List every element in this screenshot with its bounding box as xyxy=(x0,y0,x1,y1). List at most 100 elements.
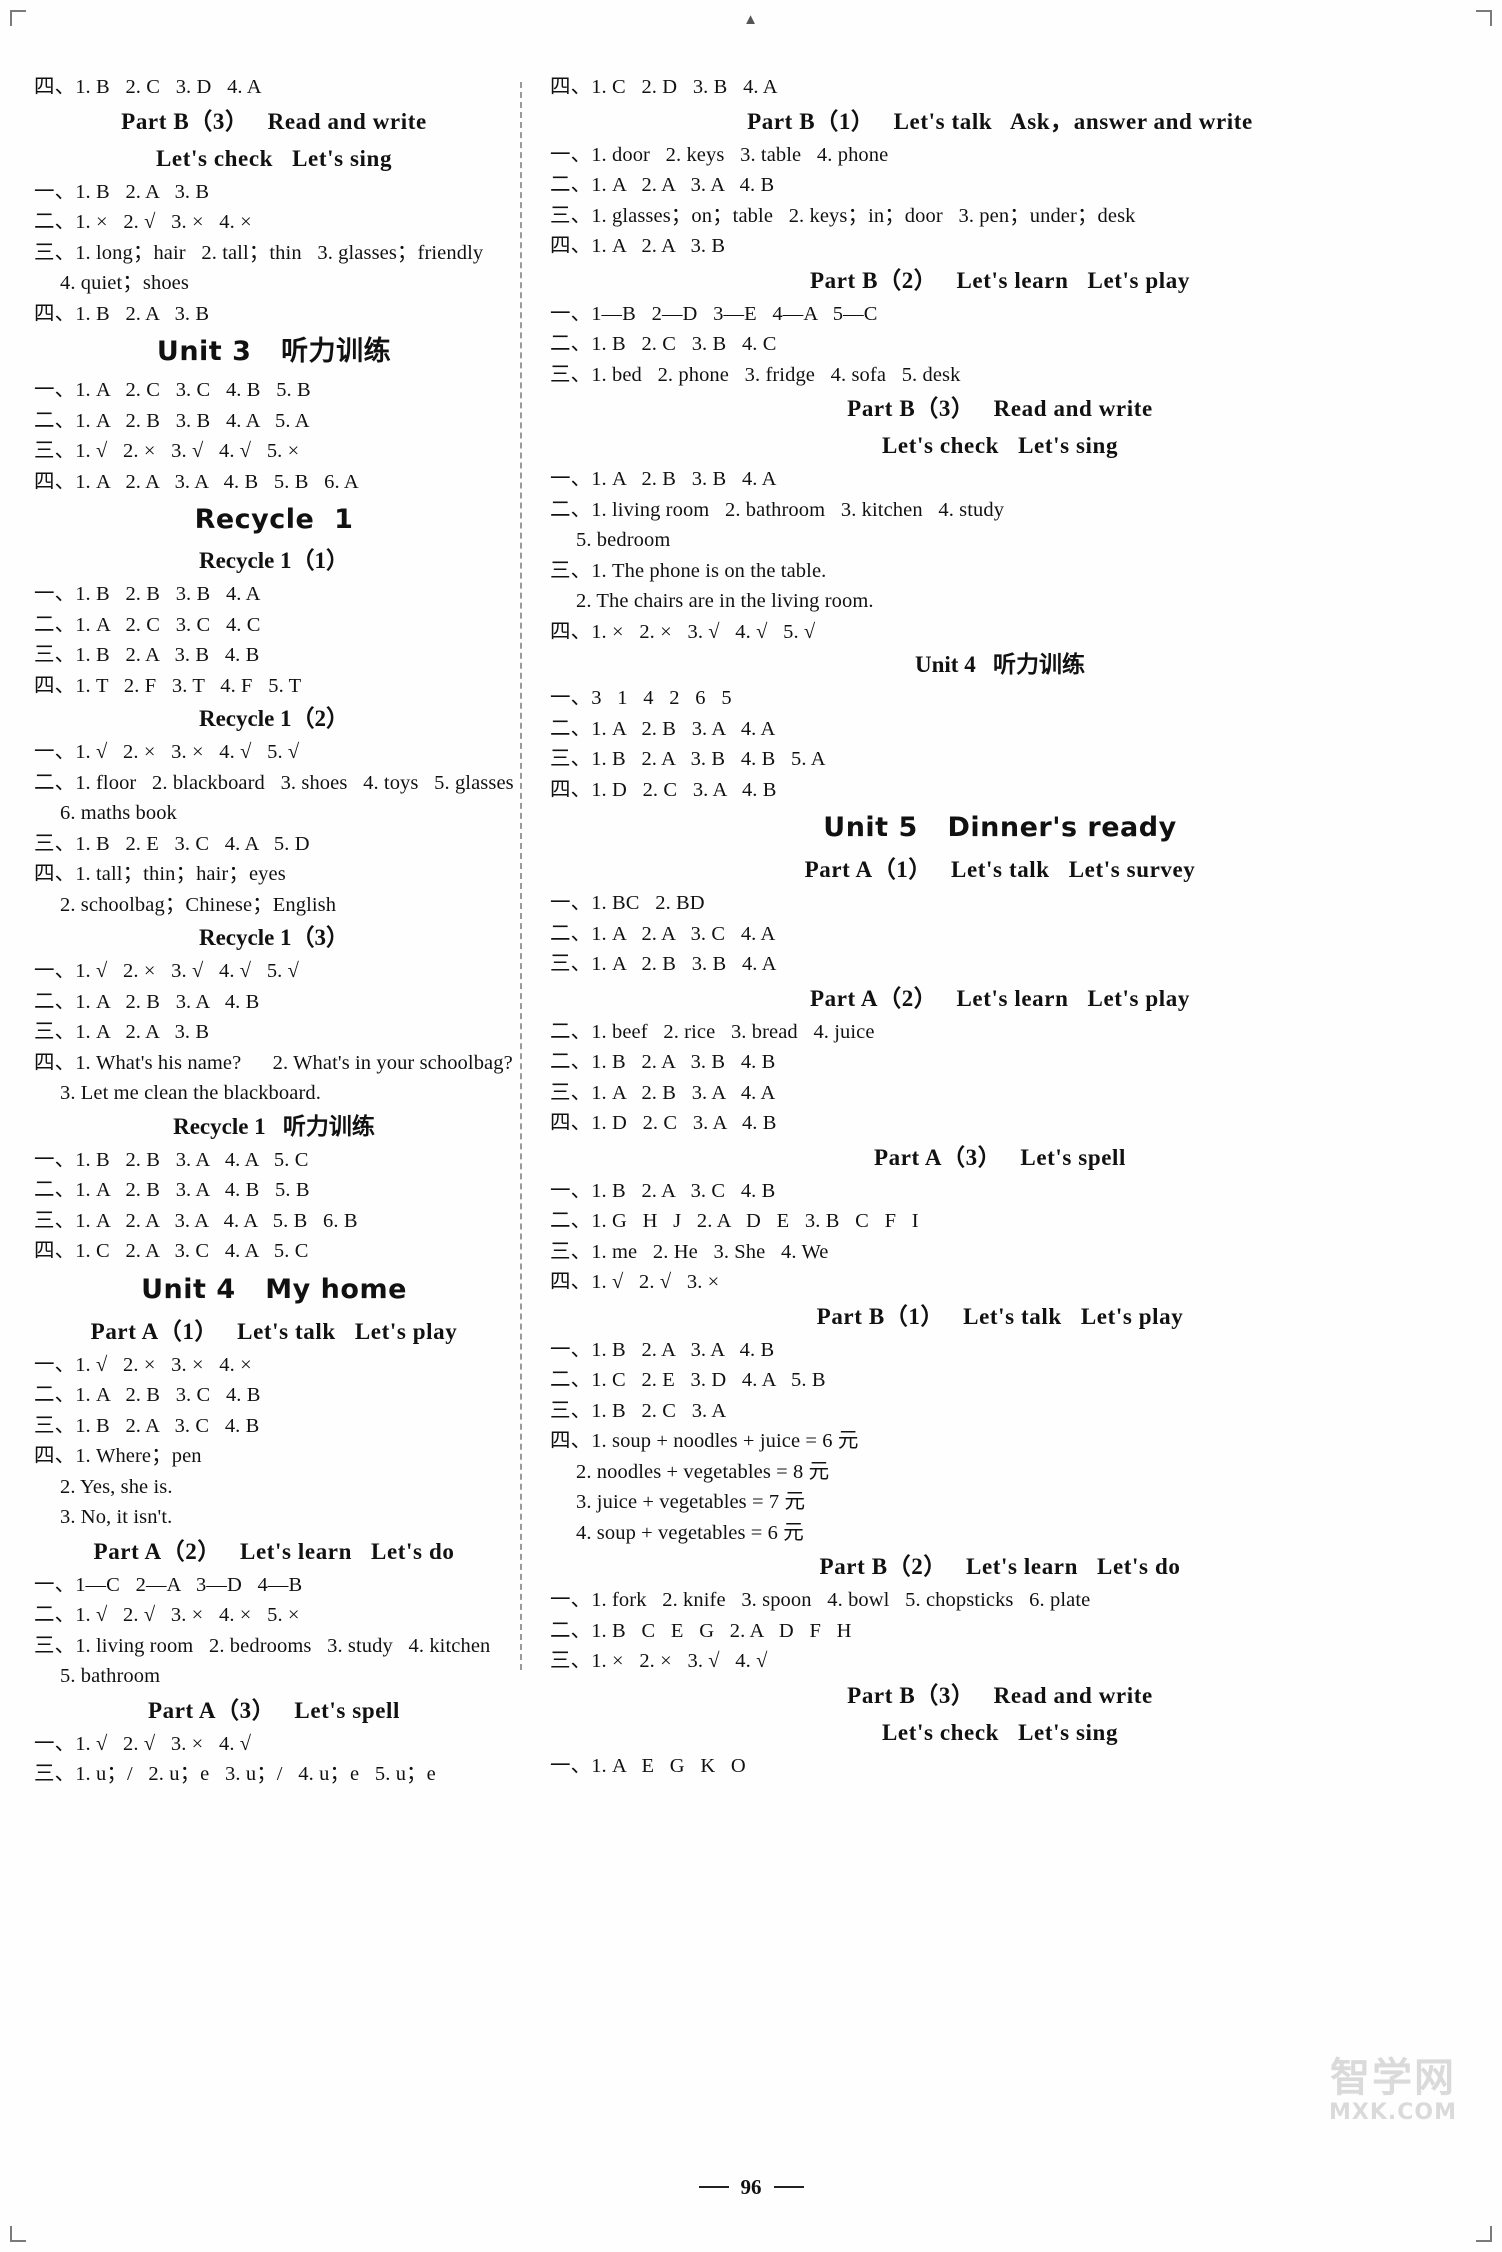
answer-line: 一、1. A E G K O xyxy=(550,1754,746,1777)
crop-mark-top-right xyxy=(1476,10,1492,26)
page-number: 96 xyxy=(740,2175,762,2199)
answer-line: 二、1. C 2. E 3. D 4. A 5. B xyxy=(550,1369,826,1391)
answer-line: 二、1. × 2. √ 3. × 4. × xyxy=(34,211,252,233)
answer-line: 四、1. D 2. C 3. A 4. B xyxy=(550,1112,777,1134)
answer-line-continued: 5. bedroom xyxy=(576,529,671,551)
answer-line: 一、1. fork 2. knife 3. spoon 4. bowl 5. c… xyxy=(550,1589,1091,1611)
answer-line-continued: 4. quiet；shoes xyxy=(60,272,189,294)
answer-line: 四、1. What's his name? 2. What's in your … xyxy=(34,1051,513,1074)
answer-line: 一、1—C 2—A 3—D 4—B xyxy=(34,1573,303,1596)
section-heading: Recycle 1 听力训练 xyxy=(173,1113,375,1139)
answer-line: 三、1. A 2. B 3. A 4. A xyxy=(550,1081,776,1104)
answer-line: 四、1. soup + noodles + juice = 6 元 xyxy=(550,1430,859,1452)
answer-line: 二、1. A 2. A 3. A 4. B xyxy=(550,174,775,196)
answer-line: 一、1. √ 2. × 3. × 4. × xyxy=(34,1353,252,1376)
answer-line: 一、1. B 2. A 3. B xyxy=(34,180,210,203)
answer-line: 一、1. B 2. B 3. B 4. A xyxy=(34,583,261,605)
answer-line: 一、1. B 2. A 3. A 4. B xyxy=(550,1338,775,1361)
answer-line: 三、1. √ 2. × 3. √ 4. √ 5. × xyxy=(34,440,300,462)
answer-line: 四、1. A 2. A 3. B xyxy=(550,235,726,257)
unit-heading: Unit 5 Dinner's ready xyxy=(823,812,1177,843)
answer-line: 二、1. floor 2. blackboard 3. shoes 4. toy… xyxy=(34,771,514,794)
answer-line: 四、1. B 2. C 3. D 4. A xyxy=(34,76,262,98)
section-heading: Unit 4 听力训练 xyxy=(915,652,1085,677)
answer-line: 三、1. B 2. A 3. C 4. B xyxy=(34,1414,260,1437)
left-answer-column: 四、1. B 2. C 3. D 4. A Part B（3） Read and … xyxy=(0,72,520,1790)
answer-line: 四、1. C 2. D 3. B 4. A xyxy=(550,76,778,98)
watermark-chinese-text: 智学网 xyxy=(1330,2055,1456,2101)
answer-line: 四、1. A 2. A 3. A 4. B 5. B 6. A xyxy=(34,470,359,493)
answer-line: 一、1. √ 2. × 3. × 4. √ 5. √ xyxy=(34,741,300,763)
answer-line: 二、1. A 2. B 3. A 4. B 5. B xyxy=(34,1179,310,1201)
part-heading: Part B（3） Read and write xyxy=(121,108,427,134)
footer-rule-left xyxy=(698,2186,729,2188)
answer-line: 二、1. √ 2. √ 3. × 4. × 5. × xyxy=(34,1604,300,1626)
part-heading: Let's check Let's sing xyxy=(155,145,393,171)
answer-line: 三、1. glasses；on；table 2. keys；in；door 3.… xyxy=(550,204,1136,227)
answer-line: 一、1. √ 2. × 3. √ 4. √ 5. √ xyxy=(34,960,299,982)
part-heading: Part B（1） Let's talk Ask，answer and writ… xyxy=(747,108,1253,134)
answer-line: 二、1. A 2. B 3. C 4. B xyxy=(34,1384,261,1406)
answer-line: 二、1. A 2. B 3. B 4. A 5. A xyxy=(34,409,310,432)
answer-line-continued: 2. schoolbag；Chinese；English xyxy=(60,893,337,916)
answer-line: 三、1. B 2. E 3. C 4. A 5. D xyxy=(34,832,310,855)
answer-line: 三、1. B 2. C 3. A xyxy=(550,1399,727,1422)
section-heading: Recycle 1（3） xyxy=(198,925,350,950)
answer-line: 二、1. B 2. C 3. B 4. C xyxy=(550,333,777,355)
answer-line: 二、1. G H J 2. A D E 3. B C F I xyxy=(550,1210,919,1232)
answer-line-continued: 3. juice + vegetables = 7 元 xyxy=(576,1491,806,1513)
answer-line-continued: 3. No, it isn't. xyxy=(60,1506,173,1528)
answer-line: 二、1. beef 2. rice 3. bread 4. juice xyxy=(550,1020,875,1043)
answer-line: 四、1. Where；pen xyxy=(34,1445,202,1467)
answer-line: 二、1. B C E G 2. A D F H xyxy=(550,1619,852,1642)
answer-line: 一、1. door 2. keys 3. table 4. phone xyxy=(550,143,889,166)
part-heading: Part B（3） Read and write xyxy=(847,396,1153,421)
answer-line: 二、1. living room 2. bathroom 3. kitchen … xyxy=(550,498,1005,521)
page-top-marker: ▲ xyxy=(743,12,759,28)
answer-line-continued: 2. The chairs are in the living room. xyxy=(576,590,874,612)
answer-line-continued: 2. noodles + vegetables = 8 元 xyxy=(576,1460,830,1483)
part-heading: Part B（3） Read and write xyxy=(847,1682,1153,1708)
answer-line: 三、1. B 2. A 3. B 4. B 5. A xyxy=(550,748,826,770)
answer-line: 四、1. C 2. A 3. C 4. A 5. C xyxy=(34,1240,309,1262)
part-heading: Let's check Let's sing xyxy=(881,433,1119,458)
part-heading: Part B（1） Let's talk Let's play xyxy=(816,1303,1184,1329)
crop-mark-bottom-right xyxy=(1476,2226,1492,2242)
part-heading: Part A（3） Let's spell xyxy=(873,1144,1127,1170)
part-heading: Part A（2） Let's learn Let's play xyxy=(810,985,1190,1011)
unit-heading: Unit 4 My home xyxy=(141,1273,407,1305)
right-answer-column: 四、1. C 2. D 3. B 4. A Part B（1） Let's tal… xyxy=(524,72,1484,1790)
answer-line: 三、1. The phone is on the table. xyxy=(550,559,827,582)
answer-line: 三、1. A 2. B 3. B 4. A xyxy=(550,953,777,975)
answer-line: 二、1. A 2. B 3. A 4. B xyxy=(34,990,260,1013)
part-heading: Let's check Let's sing xyxy=(881,1719,1119,1745)
crop-mark-bottom-left xyxy=(10,2226,26,2242)
unit-heading: Recycle 1 xyxy=(194,504,354,535)
answer-line: 一、1. √ 2. √ 3. × 4. √ xyxy=(34,1732,252,1755)
section-heading: Recycle 1（2） xyxy=(198,706,350,731)
answer-line: 一、3 1 4 2 6 5 xyxy=(550,687,732,709)
crop-mark-top-left xyxy=(10,10,26,26)
answer-line-continued: 6. maths book xyxy=(60,802,177,824)
unit-heading: Unit 3 听力训练 xyxy=(156,336,392,367)
answer-line: 四、1. tall；thin；hair；eyes xyxy=(34,863,286,885)
answer-line-continued: 2. Yes, she is. xyxy=(60,1475,173,1498)
part-heading: Part A（1） Let's talk Let's play xyxy=(90,1318,458,1344)
answer-line: 一、1. A 2. B 3. B 4. A xyxy=(550,468,777,490)
answer-line: 三、1. u；/ 2. u；e 3. u；/ 4. u；e 5. u；e xyxy=(34,1763,436,1785)
part-heading: Part A（2） Let's learn Let's do xyxy=(93,1538,455,1564)
answer-line: 三、1. living room 2. bedrooms 3. study 4.… xyxy=(34,1634,491,1657)
page-footer: 96 xyxy=(0,2175,1502,2200)
answer-line: 四、1. √ 2. √ 3. × xyxy=(550,1271,720,1293)
footer-rule-right xyxy=(773,2186,804,2188)
answer-line: 四、1. × 2. × 3. √ 4. √ 5. √ xyxy=(550,620,816,643)
answer-line: 一、1. A 2. C 3. C 4. B 5. B xyxy=(34,379,311,401)
watermark-site-text: MXK.COM xyxy=(1329,2100,1457,2125)
answer-line: 四、1. D 2. C 3. A 4. B xyxy=(550,778,777,801)
watermark: 智学网 MXK.COM xyxy=(1318,2056,1468,2164)
answer-line: 一、1—B 2—D 3—E 4—A 5—C xyxy=(550,302,878,325)
answer-line: 一、1. B 2. B 3. A 4. A 5. C xyxy=(34,1148,309,1171)
answer-line: 三、1. B 2. A 3. B 4. B xyxy=(34,644,260,666)
answer-key-page: ▲ 四、1. B 2. C 3. D 4. A Part B（3） Read an… xyxy=(0,0,1502,2252)
answer-line: 三、1. bed 2. phone 3. fridge 4. sofa 5. d… xyxy=(550,363,961,386)
